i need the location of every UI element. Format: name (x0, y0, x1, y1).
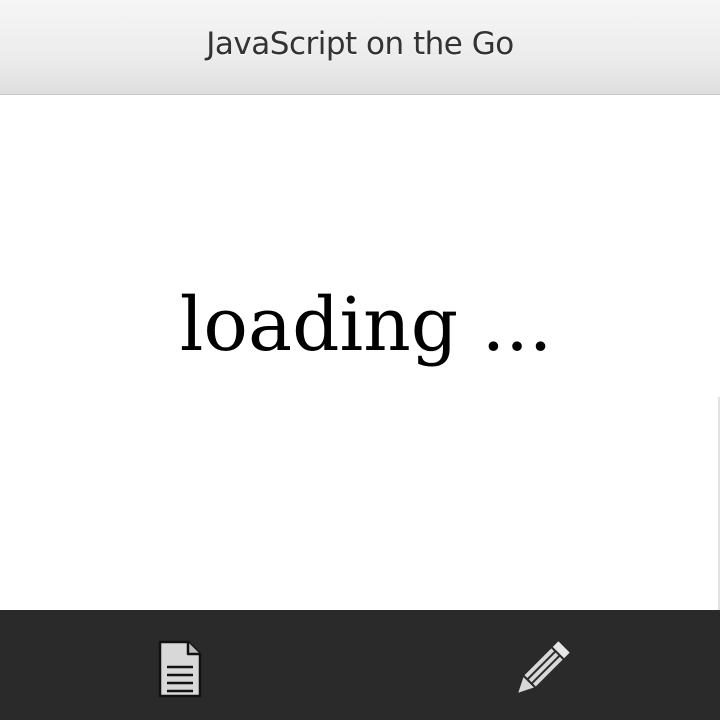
edit-button[interactable] (360, 610, 720, 720)
action-bar (0, 610, 720, 720)
loading-status: loading ... (179, 282, 553, 368)
content-area: loading ... (0, 95, 720, 610)
title-bar: JavaScript on the Go (0, 0, 720, 95)
app-screen: JavaScript on the Go loading ... (0, 0, 720, 720)
app-title: JavaScript on the Go (206, 26, 514, 62)
document-button[interactable] (0, 610, 360, 720)
document-icon (158, 640, 202, 698)
pencil-icon (515, 640, 571, 696)
